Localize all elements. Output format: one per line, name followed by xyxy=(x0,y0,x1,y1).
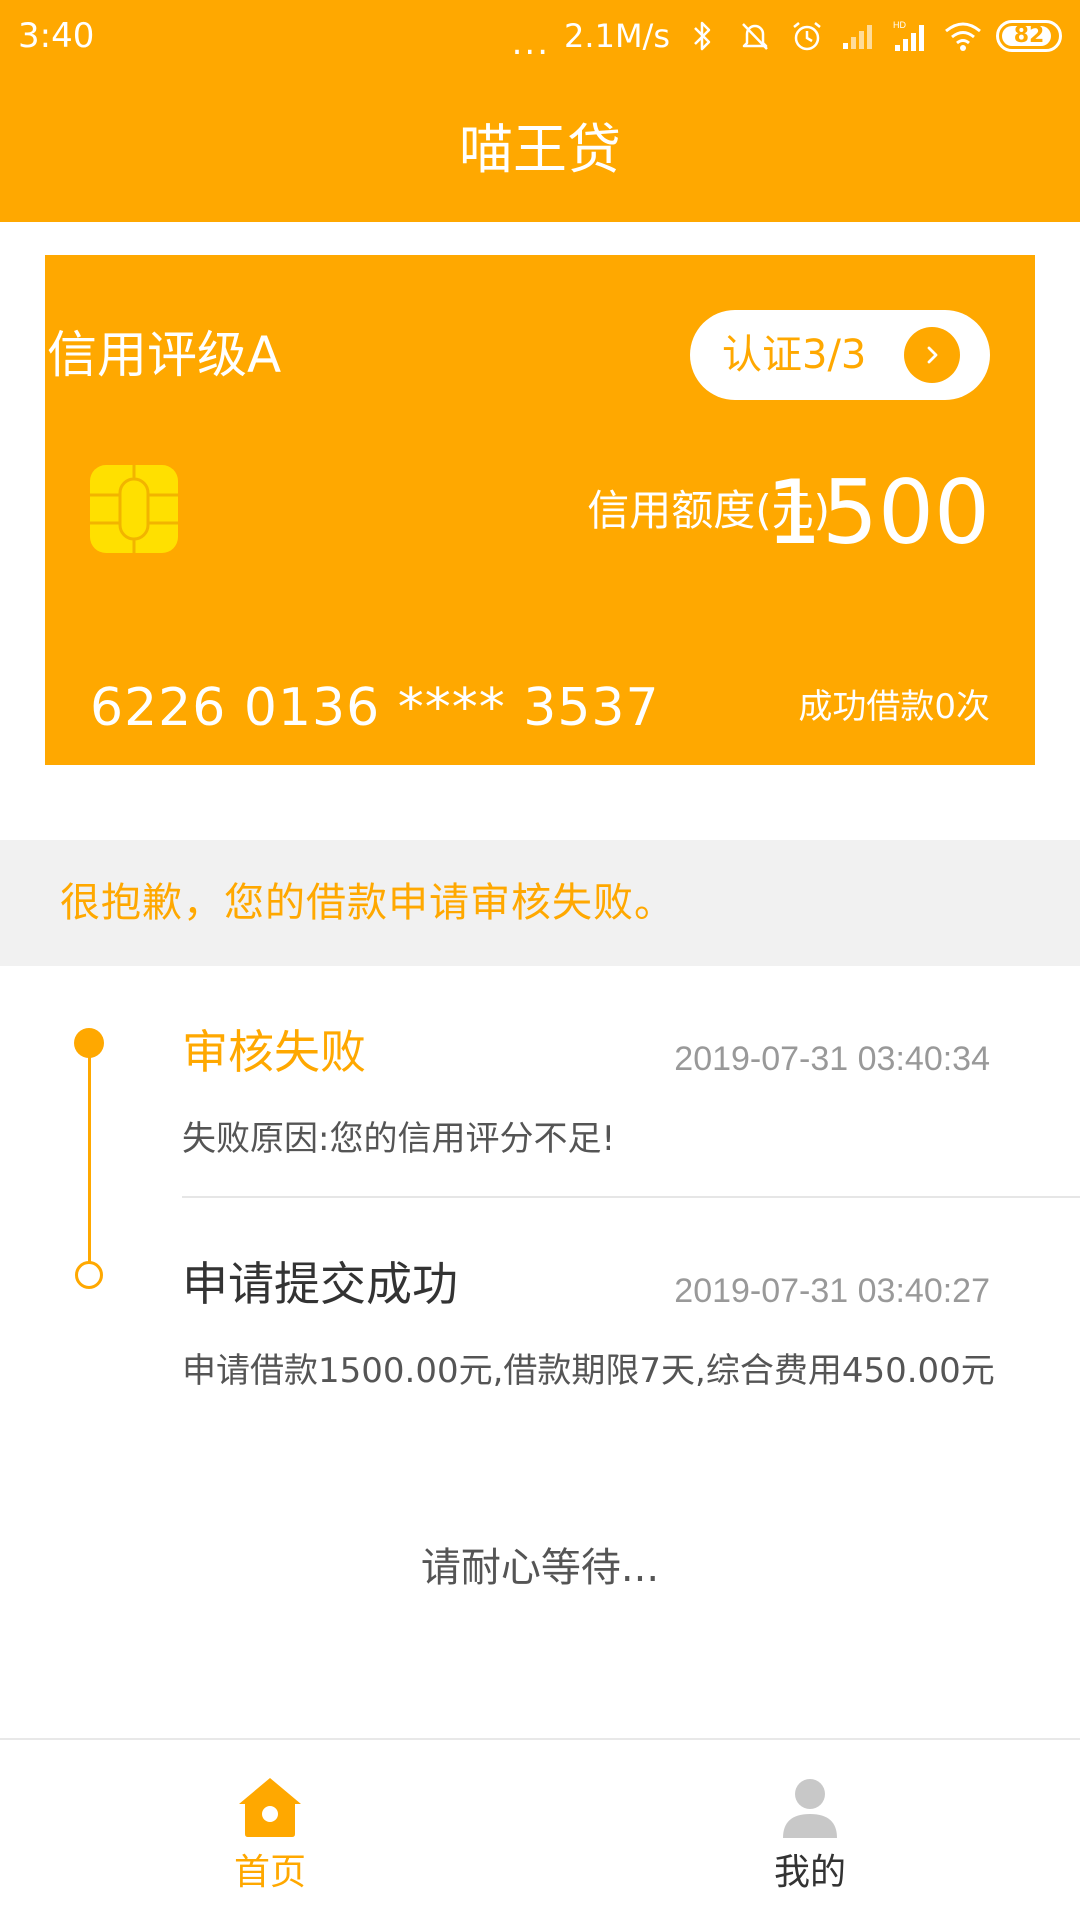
chevron-right-icon xyxy=(904,327,960,383)
network-speed: 2.1M/s xyxy=(564,17,670,55)
status-icons: ... 2.1M/s HD 82 xyxy=(511,14,1062,63)
timeline-step-time: 2019-07-31 03:40:27 xyxy=(674,1272,990,1310)
page-title: 喵王贷 xyxy=(459,118,621,181)
timeline-step-title: 申请提交成功 xyxy=(182,1257,458,1311)
bluetooth-icon xyxy=(684,17,722,55)
certification-label: 认证3/3 xyxy=(722,332,867,378)
timeline-step-description: 失败原因:您的信用评分不足! xyxy=(182,1119,616,1159)
card-chip-icon xyxy=(90,465,178,553)
battery-icon: 82 xyxy=(996,20,1062,52)
mute-icon xyxy=(736,17,774,55)
nav-home[interactable]: 首页 xyxy=(0,1740,540,1920)
home-icon xyxy=(235,1774,305,1840)
timeline-step-time: 2019-07-31 03:40:34 xyxy=(674,1040,990,1078)
svg-text:HD: HD xyxy=(893,20,906,30)
timeline-dot xyxy=(75,1261,103,1289)
status-time: 3:40 xyxy=(18,16,95,56)
nav-home-label: 首页 xyxy=(233,1852,306,1893)
certification-button[interactable]: 认证3/3 xyxy=(690,310,990,400)
nav-mine-label: 我的 xyxy=(773,1852,846,1893)
nav-mine[interactable]: 我的 xyxy=(540,1740,1080,1920)
credit-limit-value: 1500 xyxy=(766,461,990,564)
battery-level: 82 xyxy=(1013,23,1045,48)
timeline-dot-active xyxy=(74,1028,104,1058)
app-header: 3:40 ... 2.1M/s HD 82 喵王贷 xyxy=(0,0,1080,222)
credit-rating: 信用评级A xyxy=(47,326,282,384)
success-loan-count: 成功借款0次 xyxy=(798,687,990,727)
timeline-step-description: 申请借款1500.00元,借款期限7天,综合费用450.00元 xyxy=(182,1351,995,1391)
timeline-step-title: 审核失败 xyxy=(182,1025,366,1079)
wait-message: 请耐心等待... xyxy=(420,1545,660,1591)
notice-bar: 很抱歉，您的借款申请审核失败。 xyxy=(0,840,1080,966)
timeline-line xyxy=(88,1042,91,1274)
wifi-icon xyxy=(944,17,982,55)
signal-icon xyxy=(840,17,878,55)
divider xyxy=(182,1196,1080,1198)
card-number: 6226 0136 **** 3537 xyxy=(90,678,660,738)
bottom-nav: 首页 我的 xyxy=(0,1738,1080,1920)
user-icon xyxy=(775,1774,845,1840)
more-dots: ... xyxy=(511,23,551,63)
signal-hd-icon: HD xyxy=(892,17,930,55)
notice-text: 很抱歉，您的借款申请审核失败。 xyxy=(60,880,675,926)
alarm-icon xyxy=(788,17,826,55)
